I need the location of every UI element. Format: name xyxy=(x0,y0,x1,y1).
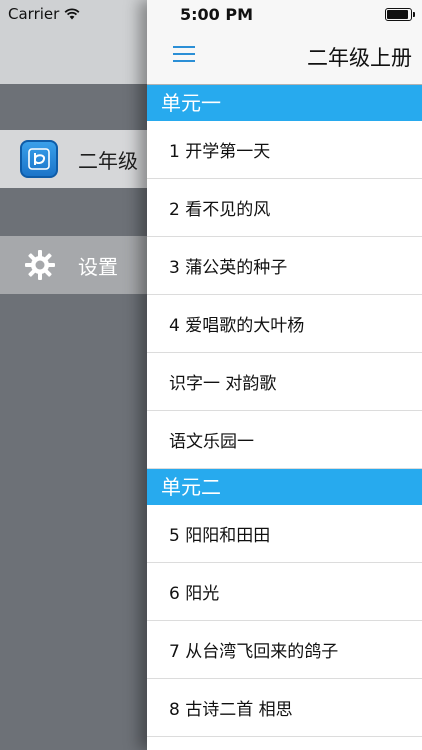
status-bar: 5:00 PM xyxy=(147,0,422,28)
drawer-item-settings-label: 设置 xyxy=(78,254,118,279)
list-item[interactable]: 6 阳光 xyxy=(147,563,422,621)
section-header: 单元二 xyxy=(147,469,422,505)
status-time: 5:00 PM xyxy=(180,5,254,24)
wifi-icon xyxy=(64,8,80,20)
hamburger-menu-icon[interactable] xyxy=(173,44,197,64)
section-header: 单元一 xyxy=(147,85,422,121)
carrier-label: Carrier xyxy=(8,5,60,23)
book-app-icon xyxy=(20,140,58,178)
list-item[interactable]: 1 开学第一天 xyxy=(147,121,422,179)
list-item[interactable]: 3 蒲公英的种子 xyxy=(147,237,422,295)
drawer-item-books-label: 二年级 xyxy=(78,148,138,173)
drawer-item-books[interactable]: 二年级 xyxy=(0,130,160,188)
main-panel: 5:00 PM 二年级上册 单元一 1 开学第一天 2 看不见的风 3 蒲公英的… xyxy=(147,0,422,750)
list-item[interactable]: 语文乐园一 xyxy=(147,411,422,469)
list-item[interactable]: 5 阳阳和田田 xyxy=(147,505,422,563)
page-title: 二年级上册 xyxy=(307,46,412,70)
lesson-list: 单元一 1 开学第一天 2 看不见的风 3 蒲公英的种子 4 爱唱歌的大叶杨 识… xyxy=(147,85,422,737)
gear-icon xyxy=(22,247,58,283)
list-item[interactable]: 8 古诗二首 相思 xyxy=(147,679,422,737)
status-carrier-group: Carrier xyxy=(8,5,80,23)
battery-icon xyxy=(385,8,415,21)
drawer-header: Carrier xyxy=(0,0,160,84)
list-item[interactable]: 7 从台湾飞回来的鸽子 xyxy=(147,621,422,679)
side-drawer: Carrier 二年级 设置 xyxy=(0,0,160,750)
list-item[interactable]: 4 爱唱歌的大叶杨 xyxy=(147,295,422,353)
list-item[interactable]: 2 看不见的风 xyxy=(147,179,422,237)
drawer-item-settings[interactable]: 设置 xyxy=(0,236,160,294)
list-item[interactable]: 识字一 对韵歌 xyxy=(147,353,422,411)
navigation-bar: 二年级上册 xyxy=(147,28,422,85)
